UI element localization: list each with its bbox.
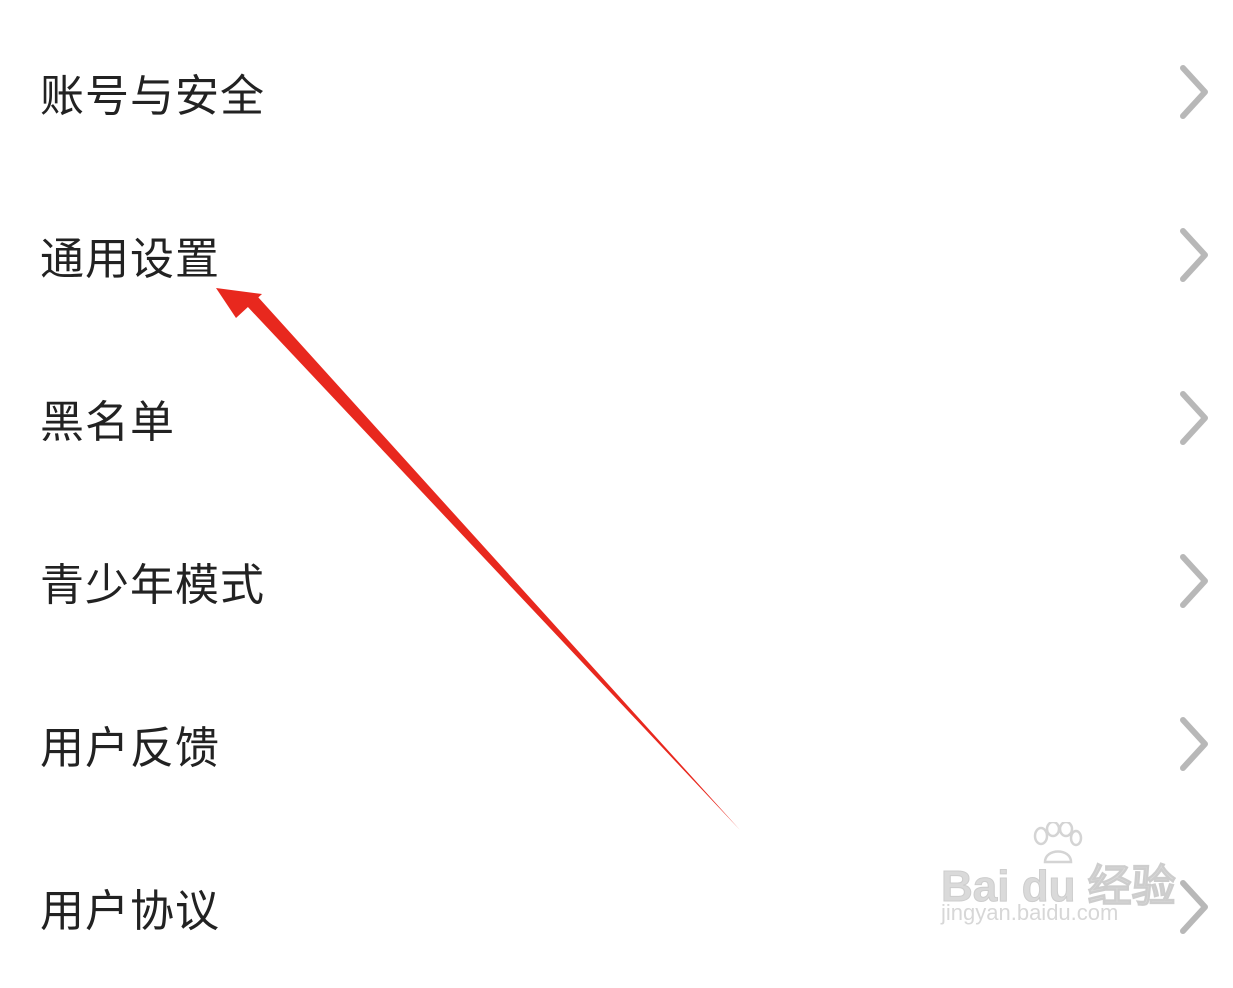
settings-menu: 账号与安全 通用设置 黑名单 青少年模式 用户反馈 用户协议	[0, 0, 1233, 972]
menu-item-label: 用户协议	[40, 885, 220, 937]
menu-item-blacklist[interactable]: 黑名单	[0, 336, 1233, 499]
menu-item-label: 黑名单	[40, 396, 175, 448]
menu-item-user-feedback[interactable]: 用户反馈	[0, 662, 1233, 825]
menu-item-label: 账号与安全	[40, 70, 265, 122]
chevron-right-icon	[1180, 64, 1208, 119]
menu-item-label: 用户反馈	[40, 722, 220, 774]
chevron-right-icon	[1180, 716, 1208, 771]
chevron-right-icon	[1180, 227, 1208, 282]
chevron-right-icon	[1180, 879, 1208, 934]
menu-item-user-agreement[interactable]: 用户协议	[0, 825, 1233, 988]
menu-item-label: 通用设置	[40, 233, 220, 285]
menu-item-youth-mode[interactable]: 青少年模式	[0, 499, 1233, 662]
chevron-right-icon	[1180, 390, 1208, 445]
menu-item-label: 青少年模式	[40, 559, 265, 611]
chevron-right-icon	[1180, 553, 1208, 608]
menu-item-general-settings[interactable]: 通用设置	[0, 173, 1233, 336]
menu-item-account-security[interactable]: 账号与安全	[0, 10, 1233, 173]
